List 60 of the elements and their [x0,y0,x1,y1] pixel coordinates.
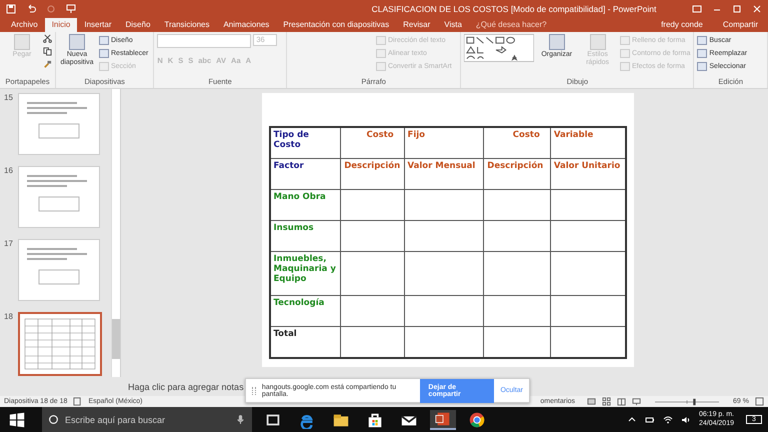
volume-icon[interactable] [680,414,691,424]
cortana-icon[interactable] [48,414,59,425]
close-icon[interactable] [752,4,762,14]
table-cell: Valor Unitario [550,158,626,190]
notes-field[interactable]: Haga clic para agregar notas [128,382,244,392]
table-cell: Descripción [484,158,550,190]
slide-thumbnail[interactable] [18,239,100,301]
slideshow-icon[interactable] [632,397,642,406]
slide-thumbnail[interactable] [18,312,102,376]
sorter-view-icon[interactable] [602,397,612,406]
slide-number: 18 [4,312,14,323]
table-cell: Descripción [340,158,404,190]
table-cell: Valor Mensual [404,158,484,190]
table-cell: Fijo [404,127,484,158]
undo-icon[interactable] [26,4,36,14]
scroll-bar[interactable] [111,89,120,377]
slide-thumbnail[interactable] [18,166,100,228]
maximize-icon[interactable] [732,4,742,14]
battery-icon[interactable] [644,414,655,424]
slide-number: 17 [4,239,14,250]
table-cell: Inmuebles, Maquinaria y Equipo [270,252,341,296]
font-field[interactable] [157,34,252,48]
zoom-slider-thumb[interactable] [693,398,696,405]
user-name[interactable]: fredy conde [651,18,713,32]
ribbon-tab[interactable]: Vista [437,18,469,32]
reading-view-icon[interactable] [617,397,626,406]
copy-icon[interactable] [43,47,52,56]
search-field[interactable]: Escribe aquí para buscar [42,407,252,432]
microphone-icon[interactable] [235,414,246,425]
table-cell: Costo [484,127,550,158]
ribbon-tab[interactable]: Diseño [118,18,158,32]
ribbon-tab[interactable]: Animaciones [216,18,276,32]
powerpoint-icon[interactable] [430,410,456,430]
ribbon-tab[interactable]: Insertar [77,18,118,32]
wifi-icon[interactable] [662,414,673,424]
ribbon-tab[interactable]: Archivo [4,18,45,32]
table-cell: Factor [270,158,341,190]
table-cell: Tipo de Costo [270,127,341,158]
table-cell: Mano Obra [270,190,341,220]
fit-slide-icon[interactable] [755,397,764,406]
save-icon[interactable] [6,4,16,14]
share-button[interactable]: Compartir [712,18,768,32]
normal-view-icon[interactable] [587,397,596,406]
table-cell: Insumos [270,220,341,252]
table-cell: Costo [340,127,404,158]
ribbon-tab[interactable]: Transiciones [157,18,216,32]
ribbon-tab[interactable]: Presentación con diapositivas [276,18,396,32]
tell-me-field[interactable]: ¿Qué desea hacer? [468,18,554,32]
slide-thumbnail[interactable] [18,93,100,155]
slide-number: 15 [4,93,14,104]
table-cell: Tecnología [270,296,341,326]
ribbon-tab[interactable]: Revisar [396,18,438,32]
ribbon-options-icon[interactable] [692,4,702,14]
presentation-icon[interactable] [66,4,76,14]
shapes-gallery[interactable] [464,34,534,62]
cut-icon[interactable] [43,34,52,43]
brush-icon[interactable] [43,60,52,69]
slide-number: 16 [4,166,14,177]
ribbon-tab[interactable]: Inicio [44,18,78,32]
window-title: CLASIFICACION DE LOS COSTOS [Modo de compatibilidad] - PowerPoint [370,4,658,14]
